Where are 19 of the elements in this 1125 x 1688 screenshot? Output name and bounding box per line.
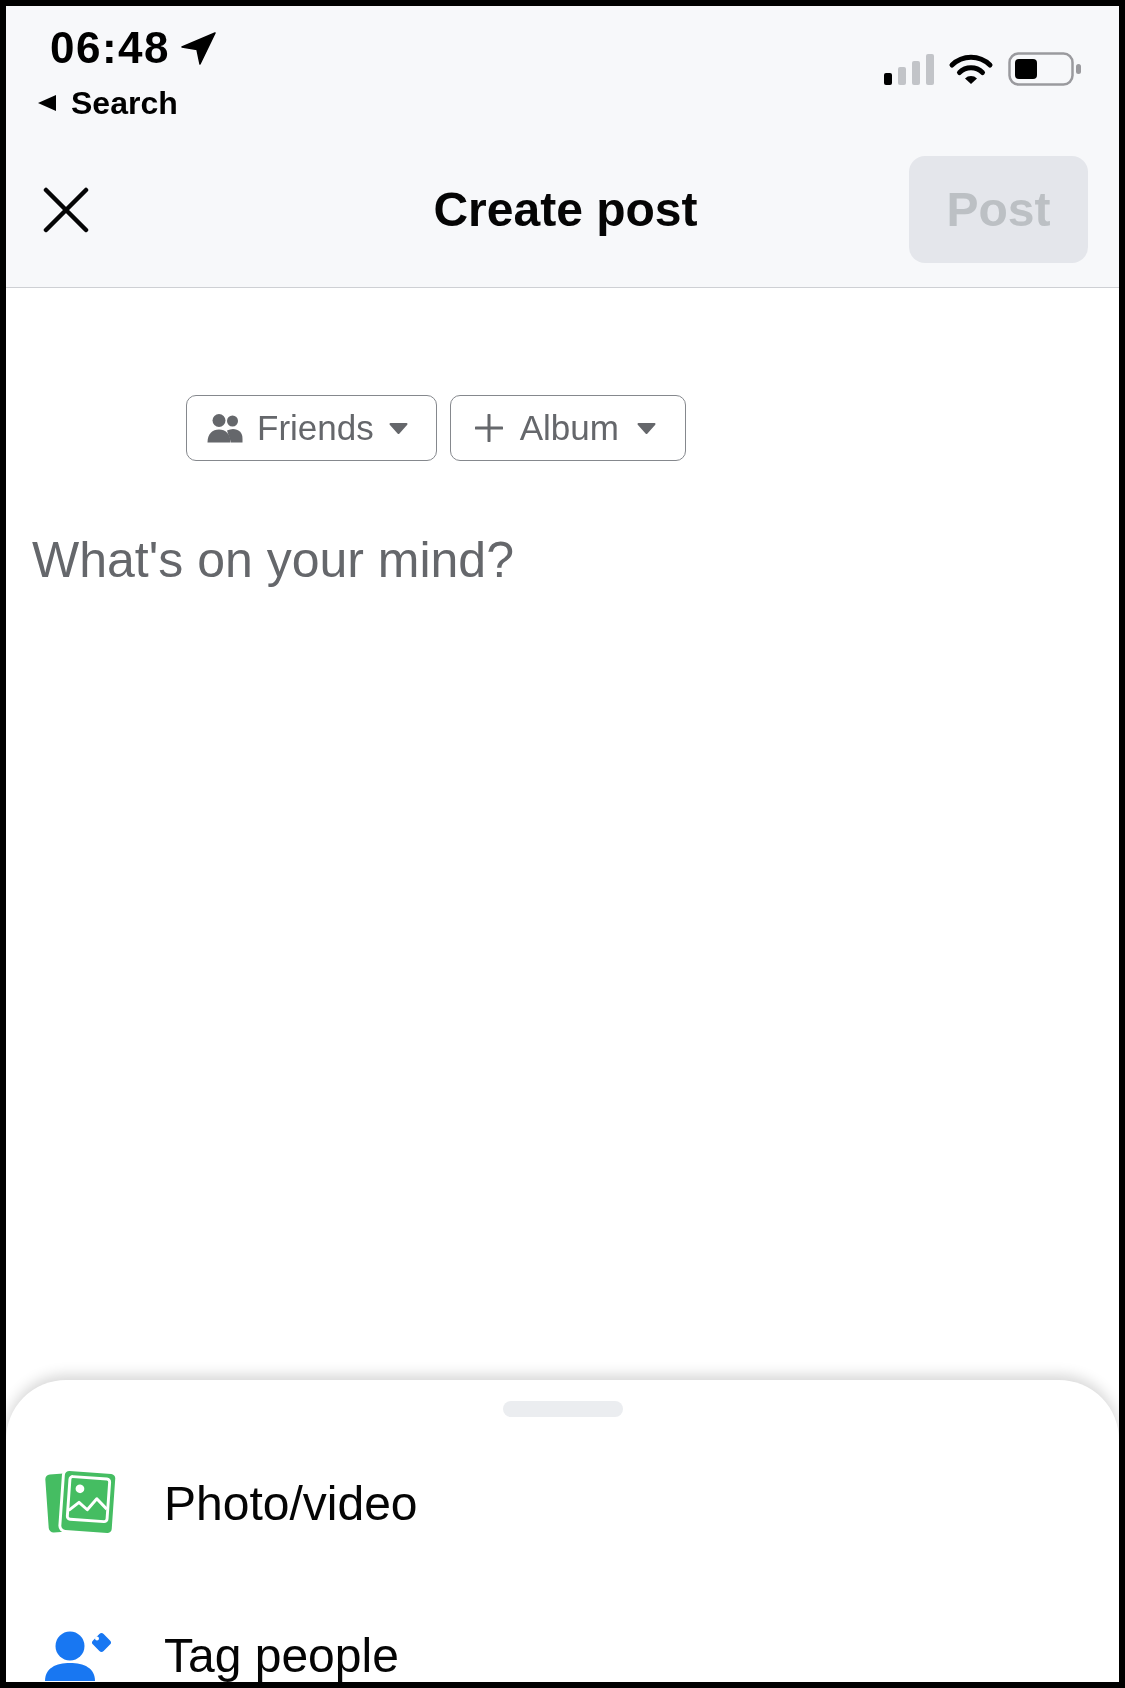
status-time: 06:48: [50, 26, 171, 70]
caret-down-icon: [635, 421, 657, 435]
page-title: Create post: [433, 181, 698, 238]
battery-icon: [1008, 52, 1082, 86]
post-text-field[interactable]: What's on your mind?: [32, 530, 1092, 660]
close-button[interactable]: [43, 186, 89, 233]
signal-bars-icon: [884, 53, 934, 85]
album-button[interactable]: Album: [449, 395, 686, 461]
back-caret-icon: [37, 94, 57, 112]
location-arrow-icon: [181, 32, 217, 65]
close-icon: [43, 186, 89, 233]
people-icon: [207, 413, 243, 443]
plus-icon: [474, 414, 503, 442]
photo-video-option[interactable]: Photo/video: [44, 1469, 418, 1537]
audience-button[interactable]: Friends: [186, 395, 437, 461]
wifi-icon: [948, 53, 994, 85]
caret-down-icon: [387, 421, 409, 435]
back-to-search-link[interactable]: Search: [37, 87, 178, 119]
tag-people-option[interactable]: Tag people: [44, 1628, 399, 1682]
